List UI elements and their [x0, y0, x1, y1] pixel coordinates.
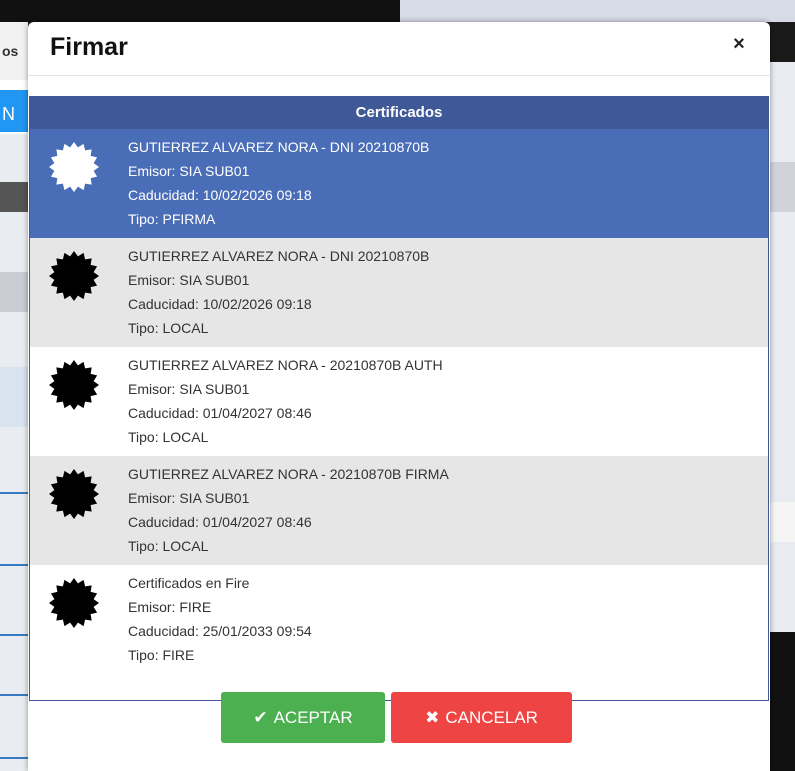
- background-text-fragment: os: [2, 43, 19, 59]
- certificate-issuer: Emisor: SIA SUB01: [128, 490, 250, 506]
- background-left-strip: [0, 22, 28, 771]
- close-icon[interactable]: ×: [728, 32, 750, 56]
- sign-dialog: Firmar × Certificados GUTIERREZ ALVAREZ …: [28, 22, 770, 771]
- certificate-issuer: Emisor: SIA SUB01: [128, 381, 250, 397]
- certificate-expiry: Caducidad: 25/01/2033 09:54: [128, 623, 312, 639]
- certificate-row[interactable]: GUTIERREZ ALVAREZ NORA - 20210870B AUTH E…: [30, 347, 768, 456]
- cancel-label: CANCELAR: [445, 707, 538, 727]
- certificate-expiry: Caducidad: 01/04/2027 08:46: [128, 514, 312, 530]
- certificate-list: GUTIERREZ ALVAREZ NORA - DNI 20210870B Em…: [30, 129, 768, 674]
- certificate-issuer: Emisor: SIA SUB01: [128, 272, 250, 288]
- certificate-details: GUTIERREZ ALVAREZ NORA - DNI 20210870B Em…: [128, 135, 429, 231]
- certificate-details: Certificados en Fire Emisor: FIRE Caducida…: [128, 571, 312, 667]
- certificate-row[interactable]: GUTIERREZ ALVAREZ NORA - DNI 20210870B Em…: [30, 238, 768, 347]
- cancel-button[interactable]: ✖ CANCELAR: [391, 692, 572, 743]
- background-right-strip: [770, 22, 795, 771]
- certificate-details: GUTIERREZ ALVAREZ NORA - 20210870B AUTH E…: [128, 353, 443, 449]
- background-top-bar: [0, 0, 400, 22]
- accept-label: ACEPTAR: [273, 707, 353, 727]
- certificates-header: Certificados: [30, 97, 768, 129]
- certificate-row[interactable]: GUTIERREZ ALVAREZ NORA - 20210870B FIRMA…: [30, 456, 768, 565]
- check-icon: ✔: [253, 707, 268, 727]
- certificate-name: Certificados en Fire: [128, 575, 250, 591]
- certificate-type: Tipo: LOCAL: [128, 538, 209, 554]
- certificate-expiry: Caducidad: 10/02/2026 09:18: [128, 187, 312, 203]
- certificate-issuer: Emisor: SIA SUB01: [128, 163, 250, 179]
- certificate-row[interactable]: Certificados en Fire Emisor: FIRE Caducida…: [30, 565, 768, 674]
- dialog-header: Firmar ×: [28, 22, 770, 76]
- certificate-seal-icon: [49, 251, 99, 301]
- certificate-name: GUTIERREZ ALVAREZ NORA - 20210870B FIRMA: [128, 466, 449, 482]
- dialog-title: Firmar: [50, 33, 128, 61]
- certificates-panel: Certificados GUTIERREZ ALVAREZ NORA - DN…: [29, 96, 769, 701]
- certificate-type: Tipo: LOCAL: [128, 429, 209, 445]
- certificate-name: GUTIERREZ ALVAREZ NORA - 20210870B AUTH: [128, 357, 443, 373]
- certificate-name: GUTIERREZ ALVAREZ NORA - DNI 20210870B: [128, 139, 430, 155]
- certificate-seal-icon: [49, 578, 99, 628]
- certificate-expiry: Caducidad: 01/04/2027 08:46: [128, 405, 312, 421]
- certificate-type: Tipo: LOCAL: [128, 320, 209, 336]
- certificate-seal-icon: [49, 469, 99, 519]
- background-top-panel: [400, 0, 795, 22]
- accept-button[interactable]: ✔ ACEPTAR: [221, 692, 385, 743]
- certificate-type: Tipo: FIRE: [128, 647, 195, 663]
- certificate-type: Tipo: PFIRMA: [128, 211, 216, 227]
- certificate-details: GUTIERREZ ALVAREZ NORA - 20210870B FIRMA…: [128, 462, 449, 558]
- certificate-name: GUTIERREZ ALVAREZ NORA - DNI 20210870B: [128, 248, 430, 264]
- certificate-seal-icon: [49, 142, 99, 192]
- times-icon: ✖: [425, 707, 440, 727]
- certificate-details: GUTIERREZ ALVAREZ NORA - DNI 20210870B Em…: [128, 244, 429, 340]
- certificate-row[interactable]: GUTIERREZ ALVAREZ NORA - DNI 20210870B Em…: [30, 129, 768, 238]
- certificate-expiry: Caducidad: 10/02/2026 09:18: [128, 296, 312, 312]
- background-blue-text-fragment: N: [2, 104, 15, 124]
- certificate-seal-icon: [49, 360, 99, 410]
- certificate-issuer: Emisor: FIRE: [128, 599, 212, 615]
